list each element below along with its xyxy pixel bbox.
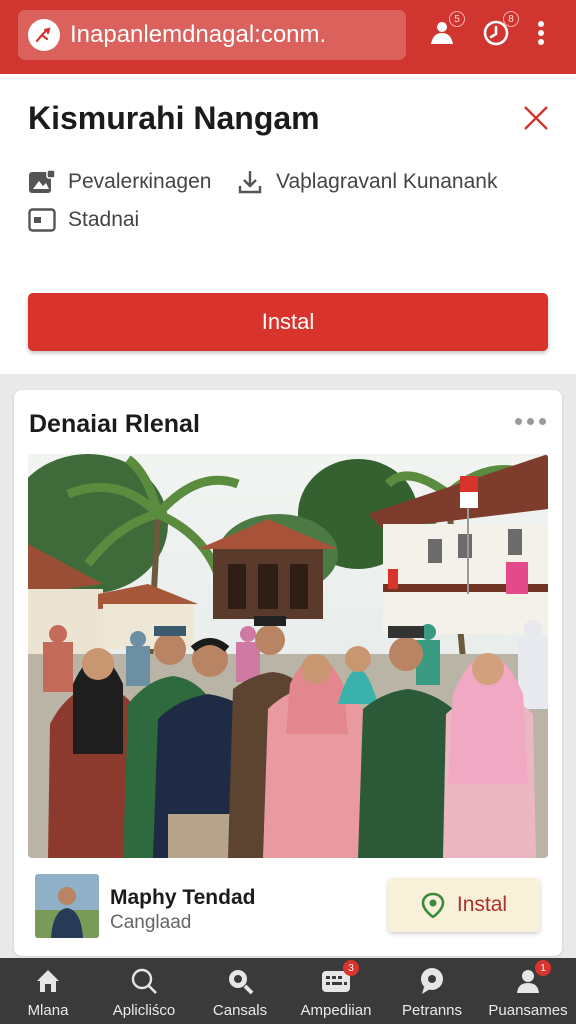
post-title: Denaiaı Rlenal — [29, 410, 200, 438]
browser-top-bar: Inapanlemdnagal:conm. 5 8 — [0, 0, 576, 74]
author-subtitle: Canglaad — [110, 912, 192, 933]
screen-icon — [28, 206, 56, 234]
more-menu-button[interactable] — [526, 16, 556, 50]
nav-item-ampediian[interactable]: 3 Ampediian — [288, 958, 384, 1024]
avatar-image — [35, 874, 99, 938]
meta-label: Stadnai — [68, 208, 140, 231]
nav-label: Mlana — [27, 1002, 69, 1019]
kebab-menu-icon — [538, 21, 544, 45]
group-photo-image — [28, 454, 548, 858]
image-gallery-icon — [28, 168, 56, 196]
location-pin-icon — [421, 892, 445, 918]
profile-icon: 1 — [513, 960, 551, 996]
meta-item-download: Vaþlagravanl Kunanank — [236, 168, 497, 196]
history-button[interactable]: 8 — [479, 11, 519, 50]
chat-icon — [417, 966, 447, 996]
search-icon — [129, 966, 159, 996]
downloads-button[interactable]: 5 — [425, 11, 465, 50]
app-title: Kismurahi Nangam — [28, 100, 320, 136]
close-button[interactable] — [522, 104, 550, 132]
zoom-icon — [225, 966, 255, 996]
meta-label: Pevalerкinagen — [68, 170, 212, 193]
nav-item-apps[interactable]: Aplicliśco — [96, 958, 192, 1024]
bottom-nav: Mlana Aplicliśco Cansals 3 Ampediian Pet… — [0, 958, 576, 1024]
post-install-button[interactable]: Instal — [388, 878, 540, 932]
nav-badge: 1 — [535, 960, 551, 976]
meta-label: Vaþlagravanl Kunanank — [276, 170, 498, 193]
downloads-badge: 5 — [449, 11, 465, 27]
home-icon — [33, 966, 63, 996]
app-info-panel: Kismurahi Nangam Pevalerкinagen Vaþlagra… — [0, 74, 576, 374]
nav-label: Aplicliśco — [112, 1002, 176, 1019]
post-menu-icon[interactable] — [515, 418, 546, 425]
meta-item-screen: Stadnai — [28, 206, 139, 234]
nav-item-home[interactable]: Mlana — [0, 958, 96, 1024]
site-logo-icon — [28, 19, 60, 51]
close-icon — [524, 106, 548, 130]
nav-label: Puansames — [488, 1002, 568, 1019]
nav-item-cansals[interactable]: Cansals — [192, 958, 288, 1024]
post-photo[interactable] — [28, 454, 548, 858]
keyboard-icon: 3 — [321, 960, 359, 996]
nav-item-profile[interactable]: 1 Puansames — [480, 958, 576, 1024]
history-badge: 8 — [503, 11, 519, 27]
nav-item-petranns[interactable]: Petranns — [384, 958, 480, 1024]
author-avatar[interactable] — [35, 874, 99, 938]
nav-label: Ampediian — [300, 1002, 372, 1019]
nav-label: Petranns — [401, 1002, 463, 1019]
nav-badge: 3 — [343, 960, 359, 976]
author-name: Maphy Tendad — [110, 886, 256, 909]
meta-item-gallery: Pevalerкinagen — [28, 168, 211, 196]
url-text: Inapanlemdnagal:conm. — [70, 21, 327, 48]
install-button[interactable]: Instal — [28, 293, 548, 351]
post-install-label: Instal — [456, 893, 508, 916]
download-icon — [236, 168, 264, 196]
post-card: Denaiaı Rlenal Maphy Tendad Canglaad Ins… — [14, 390, 562, 956]
address-bar[interactable]: Inapanlemdnagal:conm. — [18, 10, 406, 60]
nav-label: Cansals — [212, 1002, 268, 1019]
